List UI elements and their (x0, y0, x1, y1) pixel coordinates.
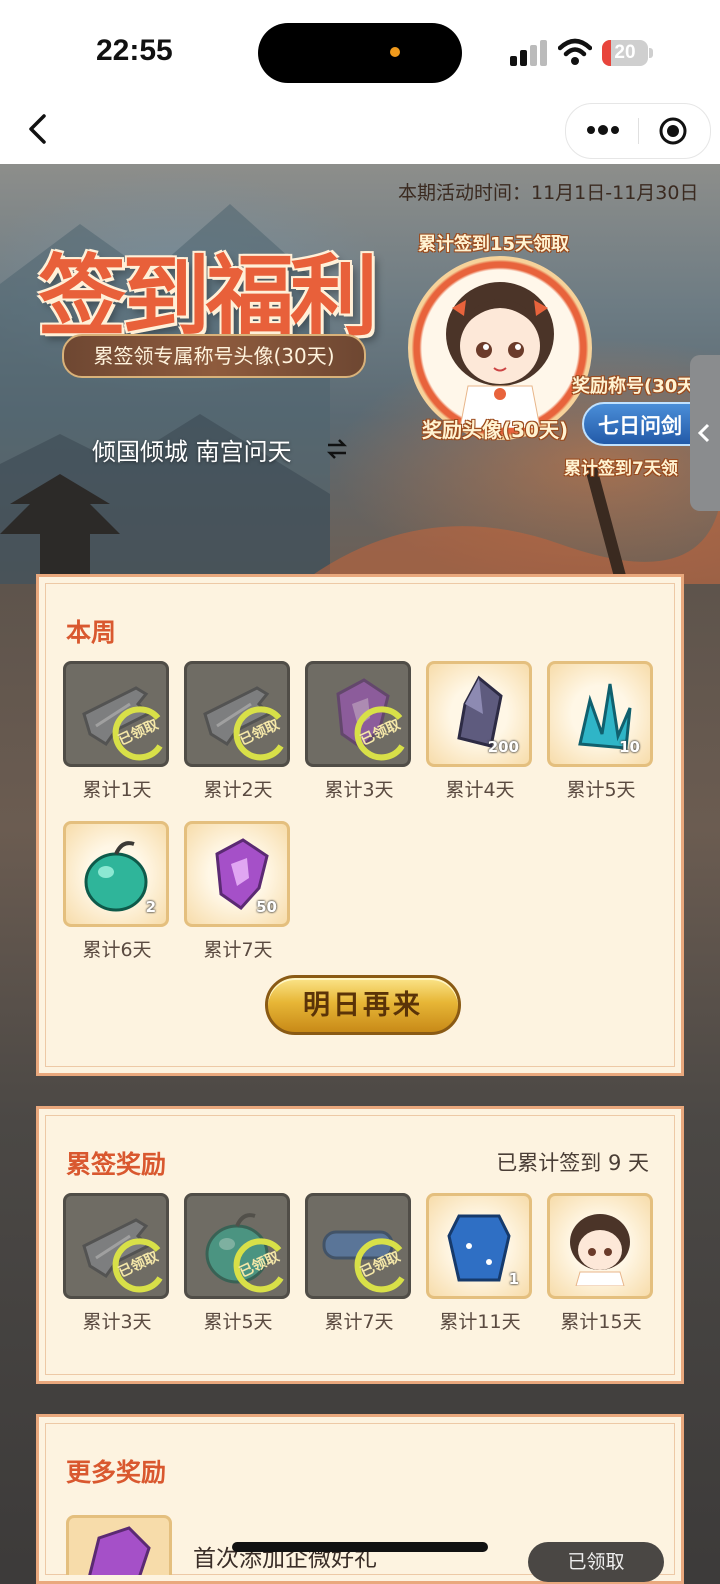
back-arrow-icon[interactable] (22, 112, 56, 146)
reward-day-label: 累计3天 (82, 1311, 152, 1333)
wecom-gift-claimed-button[interactable]: 已领取 (528, 1542, 664, 1582)
reward-tile[interactable]: 200 (426, 661, 532, 767)
close-miniprogram-icon[interactable] (658, 116, 688, 146)
side-drawer-tab[interactable] (690, 355, 720, 511)
nav-bar (0, 100, 720, 164)
reward-day-label: 累计7天 (203, 939, 273, 961)
come-back-tomorrow-button[interactable]: 明日再来 (265, 975, 461, 1035)
reward-day-label: 累计2天 (203, 779, 273, 801)
reward-quantity: 10 (619, 738, 640, 756)
capsule-divider (638, 118, 639, 144)
cumulative-7-label: 累计签到7天领 (564, 459, 678, 479)
cumulative-card: 累签奖励 已累计签到 9 天 已领取累计3天 已领取累计5天 已领取累计7天 1 累计1… (36, 1106, 684, 1384)
signal-icon (510, 40, 547, 66)
reward-tile[interactable]: 1 (426, 1193, 532, 1299)
chevron-left-icon (697, 423, 710, 443)
cumulative-progress: 已累计签到 9 天 (496, 1151, 649, 1175)
reward-day-label: 累计6天 (82, 939, 152, 961)
battery-cap (649, 48, 653, 58)
status-time: 22:55 (96, 34, 173, 67)
reward-tile[interactable]: 已领取 (63, 661, 169, 767)
status-bar: 22:55 20 (0, 0, 720, 100)
cumulative-15-label: 累计签到15天领取 (418, 234, 570, 255)
player-name: 倾国倾城 南宫问天 (92, 438, 292, 466)
reward-tile[interactable]: 10 (547, 661, 653, 767)
more-reward-thumb (66, 1515, 172, 1575)
reward-quantity: 50 (256, 898, 277, 916)
reward-day-label: 累计5天 (566, 779, 636, 801)
green-fruit-icon (84, 841, 148, 912)
signin-banner: 本期活动时间：11月1日-11月30日 签到福利 累签领专属称号头像(30天) … (0, 164, 720, 584)
reward-day-label: 累计15天 (560, 1311, 642, 1333)
reward-tile[interactable]: 已领取 (184, 1193, 290, 1299)
reward-quantity: 1 (508, 1270, 519, 1288)
cumulative-title: 累签奖励 (66, 1150, 167, 1179)
more-dots-icon[interactable] (586, 120, 620, 140)
blue-cloak-icon (447, 1214, 511, 1282)
reward-tile[interactable]: 已领取 (63, 1193, 169, 1299)
banner-subtitle: 累签领专属称号头像(30天) (62, 334, 366, 378)
title-reward-label: 奖励称号(30天 (572, 376, 696, 397)
recording-indicator (390, 47, 400, 57)
wifi-icon (558, 38, 592, 65)
reward-day-label: 累计7天 (324, 1311, 394, 1333)
activity-period: 本期活动时间：11月1日-11月30日 (398, 182, 699, 204)
swap-account-icon[interactable] (326, 438, 348, 460)
avatar-girl-icon (570, 1214, 630, 1286)
reward-tile[interactable]: 已领取 (305, 1193, 411, 1299)
reward-day-label: 累计5天 (203, 1311, 273, 1333)
battery-level: 20 (614, 42, 636, 63)
purple-gem-icon (88, 1526, 151, 1575)
home-indicator (232, 1542, 488, 1552)
reward-quantity: 2 (145, 898, 156, 916)
reward-day-label: 累计4天 (445, 779, 515, 801)
weekly-title: 本周 (66, 618, 117, 647)
more-title: 更多奖励 (66, 1458, 167, 1487)
avatar-girl-icon (446, 282, 554, 428)
reward-day-label: 累计11天 (439, 1311, 521, 1333)
reward-quantity: 200 (487, 738, 519, 756)
reward-tile[interactable]: 已领取 (184, 661, 290, 767)
reward-tile[interactable] (547, 1193, 653, 1299)
weekly-card: 本周 已领取累计1天 已领取累计2天 已领取累计3天 200 累计4天 10 累计5天 2 累计… (36, 574, 684, 1076)
reward-tile[interactable]: 已领取 (305, 661, 411, 767)
reward-tile[interactable]: 2 (63, 821, 169, 927)
reward-day-label: 累计3天 (324, 779, 394, 801)
battery-icon: 20 (602, 40, 648, 66)
miniprogram-capsule (565, 103, 711, 159)
reward-day-label: 累计1天 (82, 779, 152, 801)
reward-tile[interactable]: 50 (184, 821, 290, 927)
dynamic-island (258, 23, 462, 83)
avatar-reward-label: 奖励头像(30天) (422, 418, 569, 442)
